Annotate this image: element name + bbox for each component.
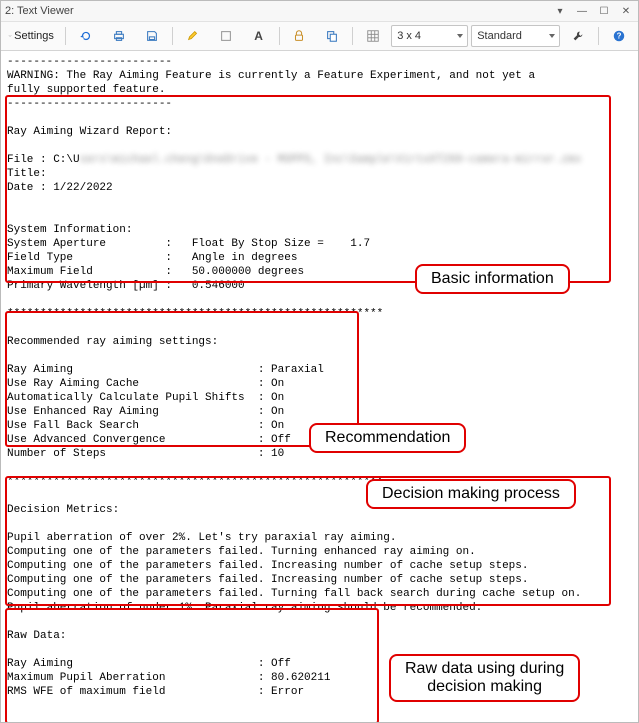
- title-bar: 2: Text Viewer ▾ — ☐ ✕: [1, 1, 638, 22]
- style-label: Standard: [477, 30, 522, 42]
- tools-button[interactable]: [563, 24, 593, 48]
- grid-size-label: 3 x 4: [397, 30, 421, 42]
- grid-button[interactable]: [358, 24, 388, 48]
- help-icon: ?: [612, 29, 626, 43]
- wrench-icon: [571, 29, 585, 43]
- separator: [352, 27, 353, 45]
- close-button[interactable]: ✕: [618, 4, 634, 18]
- save-icon: [145, 29, 159, 43]
- refresh-button[interactable]: [71, 24, 101, 48]
- separator: [65, 27, 66, 45]
- dropdown-icon[interactable]: ▾: [552, 4, 568, 18]
- toolbar: Settings A 3: [1, 22, 638, 51]
- maximize-button[interactable]: ☐: [596, 4, 612, 18]
- separator: [172, 27, 173, 45]
- highlighter-icon: [186, 29, 200, 43]
- highlighter-button[interactable]: [178, 24, 208, 48]
- text-icon: A: [254, 29, 263, 43]
- help-button[interactable]: ?: [604, 24, 634, 48]
- separator: [598, 27, 599, 45]
- text-viewer-content[interactable]: ------------------------- WARNING: The R…: [1, 51, 638, 722]
- grid-size-dropdown[interactable]: 3 x 4: [391, 25, 468, 47]
- clear-button[interactable]: [211, 24, 241, 48]
- settings-button[interactable]: Settings: [5, 24, 60, 48]
- settings-label: Settings: [14, 30, 54, 42]
- grid-icon: [366, 29, 380, 43]
- print-button[interactable]: [104, 24, 134, 48]
- content-area: ------------------------- WARNING: The R…: [1, 51, 638, 722]
- copy-button[interactable]: [317, 24, 347, 48]
- text-tool-button[interactable]: A: [244, 24, 274, 48]
- separator: [279, 27, 280, 45]
- style-dropdown[interactable]: Standard: [471, 25, 560, 47]
- refresh-icon: [79, 29, 93, 43]
- window-controls: ▾ — ☐ ✕: [552, 4, 634, 18]
- copy-icon: [325, 29, 339, 43]
- save-button[interactable]: [137, 24, 167, 48]
- minimize-button[interactable]: —: [574, 4, 590, 18]
- svg-text:?: ?: [617, 32, 622, 41]
- chevron-down-icon: [8, 29, 12, 43]
- window-title: 2: Text Viewer: [5, 5, 74, 17]
- lock-icon: [292, 29, 306, 43]
- print-icon: [112, 29, 126, 43]
- app-window: 2: Text Viewer ▾ — ☐ ✕ Settings: [0, 0, 639, 723]
- lock-button[interactable]: [284, 24, 314, 48]
- clear-icon: [219, 29, 233, 43]
